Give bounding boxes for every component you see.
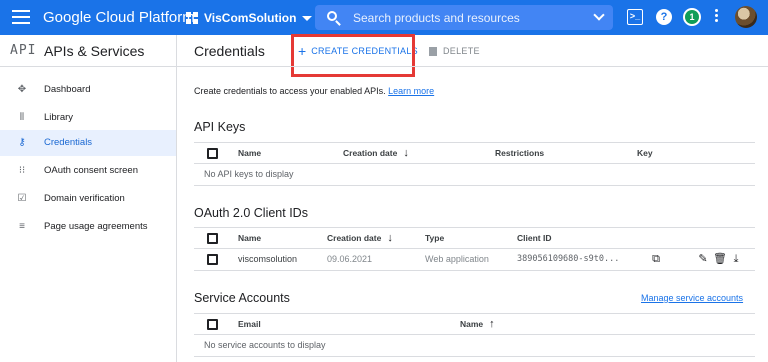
client-type: Web application [425,254,489,264]
column-header-sorted[interactable]: Name ↑ [460,318,495,330]
plus-icon: + [298,43,307,59]
table-header-row: Email Name ↑ [194,313,755,335]
column-header-label: Name [460,319,484,329]
empty-row: No API keys to display [194,164,755,186]
notification-count: 1 [685,10,699,24]
key-icon: ⚷ [18,137,26,148]
manage-service-accounts-link[interactable]: Manage service accounts [641,293,743,303]
column-header[interactable]: Type [425,233,444,243]
create-credentials-label: CREATE CREDENTIALS [311,46,418,56]
notification-icon[interactable]: 1 [683,8,701,26]
api-keys-title: API Keys [194,120,246,134]
top-app-bar: Google Cloud Platform VisComSolution Sea… [0,0,768,35]
project-name: VisComSolution [204,11,297,25]
delete-button[interactable]: DELETE [429,44,480,58]
search-expand-chevron-icon[interactable] [593,9,605,21]
trash-icon [429,46,437,56]
learn-more-link[interactable]: Learn more [388,86,434,96]
domain-icon: ☑ [17,193,27,204]
project-icon [186,12,198,24]
avatar[interactable] [735,6,757,28]
column-header[interactable]: Client ID [517,233,551,243]
select-all-checkbox[interactable] [207,233,218,244]
client-id: 389056109680-s9t0... [517,254,620,264]
client-date: 09.06.2021 [327,254,373,264]
sidebar-header: API APIs & Services [0,35,176,67]
sidebar-item-library[interactable]: ⦀ Library [0,105,176,131]
column-header[interactable]: Name [238,233,261,243]
sidebar-item-oauth-consent[interactable]: ⁝⁝ OAuth consent screen [0,158,176,184]
sidebar-item-page-usage[interactable]: ≡ Page usage agreements [0,214,176,240]
column-header-label: Creation date [327,233,382,243]
delete-label: DELETE [443,46,480,56]
search-icon [327,11,337,21]
more-vert-icon[interactable] [711,9,721,25]
oauth-table: Name Creation date ↓ Type Client ID visco… [194,227,755,271]
client-name[interactable]: viscomsolution [238,254,297,264]
intro-text: Create credentials to access your enable… [194,86,434,96]
page-title: Credentials [194,43,265,59]
sidebar-item-label: Domain verification [44,193,125,204]
edit-icon[interactable]: ✎ [697,253,709,265]
arrow-up-icon: ↑ [489,318,495,330]
oauth-title: OAuth 2.0 Client IDs [194,206,308,220]
table-header-row: Name Creation date ↓ Type Client ID [194,227,755,249]
copy-icon[interactable]: ⧉ [650,253,662,265]
sidebar-item-label: Dashboard [44,84,91,95]
terminal-icon[interactable]: >_ [627,9,643,25]
table-header-row: Name Creation date ↓ Restrictions Key [194,142,755,164]
sidebar-item-domain-verification[interactable]: ☑ Domain verification [0,186,176,212]
service-accounts-table: Email Name ↑ No service accounts to displ… [194,313,755,357]
sidebar-item-credentials[interactable]: ⚷ Credentials [0,130,176,156]
create-credentials-button[interactable]: + CREATE CREDENTIALS [298,43,418,59]
settings-list-icon: ≡ [19,221,25,232]
library-icon: ⦀ [19,112,25,123]
header-divider [177,66,768,67]
table-row[interactable]: viscomsolution 09.06.2021 Web applicatio… [194,249,755,271]
menu-icon[interactable] [12,10,30,24]
row-checkbox[interactable] [207,254,218,265]
download-icon[interactable]: ⤓ [730,253,742,265]
select-all-checkbox[interactable] [207,319,218,330]
column-header[interactable]: Restrictions [495,148,544,158]
help-icon[interactable]: ? [656,9,672,25]
column-header[interactable]: Email [238,319,261,329]
search-bar[interactable]: Search products and resources [315,5,613,30]
api-keys-table: Name Creation date ↓ Restrictions Key No … [194,142,755,186]
empty-text: No service accounts to display [204,340,326,350]
column-header-sorted[interactable]: Creation date ↓ [343,147,409,159]
sidebar-item-label: Library [44,112,74,123]
sidebar-item-label: OAuth consent screen [44,165,138,176]
intro-text-body: Create credentials to access your enable… [194,86,386,96]
trash-icon[interactable]: 🗑 [713,253,727,265]
consent-icon: ⁝⁝ [18,165,26,176]
sidebar-item-label: Page usage agreements [44,221,148,232]
empty-text: No API keys to display [204,169,294,179]
sidebar-item-dashboard[interactable]: ✥ Dashboard [0,77,176,103]
project-selector[interactable]: VisComSolution [186,9,313,27]
sidebar-item-label: Credentials [44,137,93,148]
sidebar: API APIs & Services ✥ Dashboard ⦀ Librar… [0,35,177,362]
dashboard-icon: ✥ [17,84,27,95]
column-header-label: Creation date [343,148,398,158]
arrow-down-icon: ↓ [387,232,393,244]
column-header[interactable]: Key [637,148,653,158]
sidebar-title: APIs & Services [44,43,145,59]
arrow-down-icon: ↓ [403,147,409,159]
select-all-checkbox[interactable] [207,148,218,159]
empty-row: No service accounts to display [194,335,755,357]
chevron-down-icon [302,15,313,21]
column-header-sorted[interactable]: Creation date ↓ [327,232,393,244]
service-accounts-title: Service Accounts [194,291,290,305]
search-placeholder: Search products and resources [353,11,520,25]
column-header[interactable]: Name [238,148,261,158]
api-logo-icon: API [10,43,37,58]
product-name[interactable]: Google Cloud Platform [43,9,195,26]
